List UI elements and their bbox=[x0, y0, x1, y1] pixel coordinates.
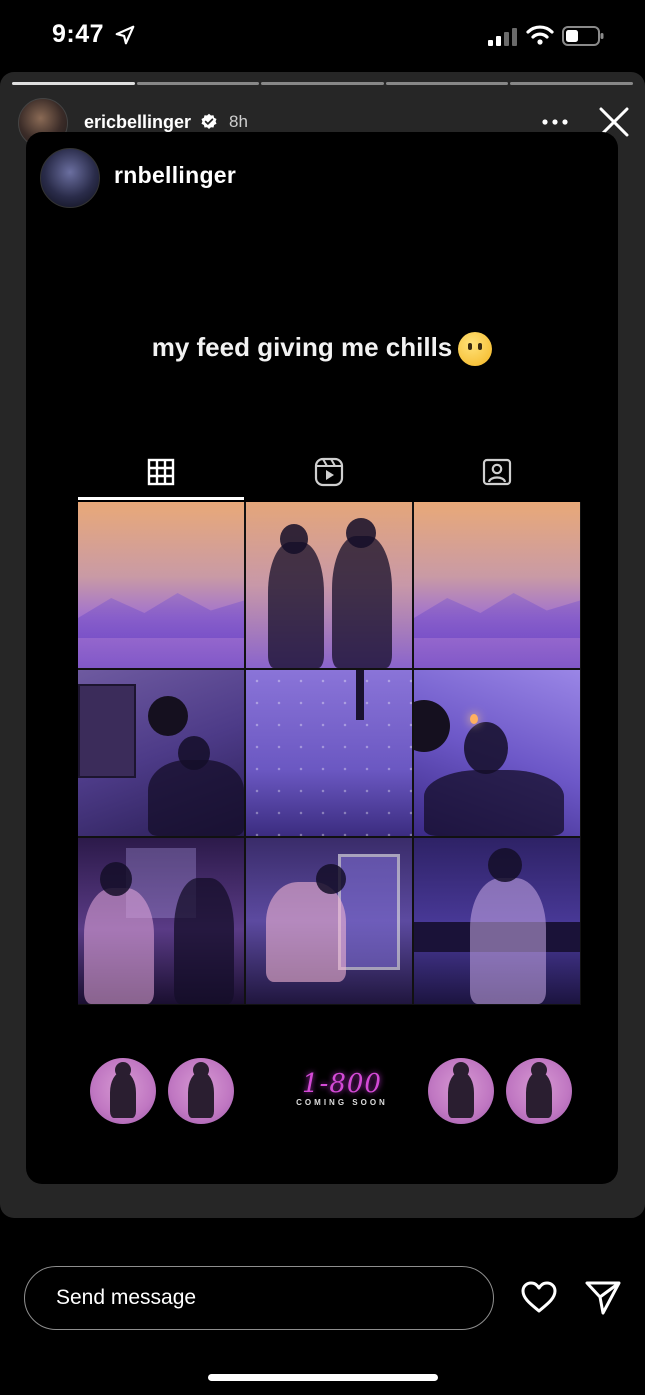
highlight-circle bbox=[506, 1058, 572, 1124]
shared-profile-avatar bbox=[40, 148, 100, 208]
story-progress-segment bbox=[385, 82, 509, 85]
story-progress-segment bbox=[12, 82, 135, 85]
shared-profile-screenshot: rnbellinger my feed giving me chills 1-8… bbox=[26, 132, 618, 1184]
send-message-placeholder: Send message bbox=[56, 1286, 197, 1309]
grid-post bbox=[414, 670, 580, 836]
smiling-emoji-icon bbox=[458, 332, 493, 367]
grid-post bbox=[246, 838, 412, 1004]
more-dots-icon bbox=[542, 119, 568, 125]
highlight-circle bbox=[428, 1058, 494, 1124]
album-logo: 1-800 COMING SOON bbox=[296, 1069, 388, 1107]
post-grid bbox=[78, 502, 581, 1005]
send-button[interactable] bbox=[584, 1280, 622, 1321]
heart-icon bbox=[521, 1281, 557, 1313]
story-progress-segment bbox=[261, 82, 384, 85]
tab-tagged bbox=[414, 444, 580, 500]
story-author-username[interactable]: ericbellinger bbox=[84, 112, 191, 133]
story-progress-segment bbox=[136, 82, 260, 85]
grid-post bbox=[414, 838, 580, 1004]
home-indicator[interactable] bbox=[208, 1374, 438, 1381]
grid-post bbox=[78, 670, 244, 836]
highlight-circle bbox=[90, 1058, 156, 1124]
more-options-button[interactable] bbox=[540, 110, 570, 134]
profile-tabs bbox=[78, 444, 580, 500]
caption-text: my feed giving me chills bbox=[151, 332, 453, 362]
status-time: 9:47 bbox=[52, 20, 105, 48]
active-tab-indicator bbox=[78, 497, 244, 500]
cellular-signal-icon bbox=[488, 28, 518, 51]
tagged-icon bbox=[482, 458, 512, 486]
like-button[interactable] bbox=[520, 1280, 558, 1319]
story-viewer[interactable]: ericbellinger 8h rnbellinger my feed giv… bbox=[0, 72, 645, 1218]
grid-post bbox=[78, 838, 244, 1004]
battery-icon bbox=[562, 26, 604, 51]
shared-profile-username: rnbellinger bbox=[114, 162, 237, 188]
grid-post bbox=[78, 502, 244, 668]
send-message-input[interactable]: Send message bbox=[24, 1266, 494, 1330]
tab-reels bbox=[246, 444, 412, 500]
reels-icon bbox=[314, 457, 344, 487]
tab-grid bbox=[78, 444, 244, 500]
story-progress-segment bbox=[510, 82, 633, 85]
story-caption: my feed giving me chills bbox=[26, 332, 618, 367]
wifi-icon bbox=[526, 24, 554, 51]
grid-post bbox=[414, 502, 580, 668]
grid-icon bbox=[147, 458, 175, 486]
grid-post bbox=[246, 502, 412, 668]
story-progress-bar bbox=[12, 82, 633, 86]
story-time-ago: 8h bbox=[229, 112, 248, 131]
highlight-circle bbox=[168, 1058, 234, 1124]
location-arrow-icon bbox=[114, 24, 136, 51]
status-bar: 9:47 bbox=[0, 0, 645, 72]
paper-plane-icon bbox=[585, 1281, 621, 1315]
grid-post bbox=[246, 670, 412, 836]
story-highlights: 1-800 COMING SOON bbox=[78, 1052, 581, 1132]
